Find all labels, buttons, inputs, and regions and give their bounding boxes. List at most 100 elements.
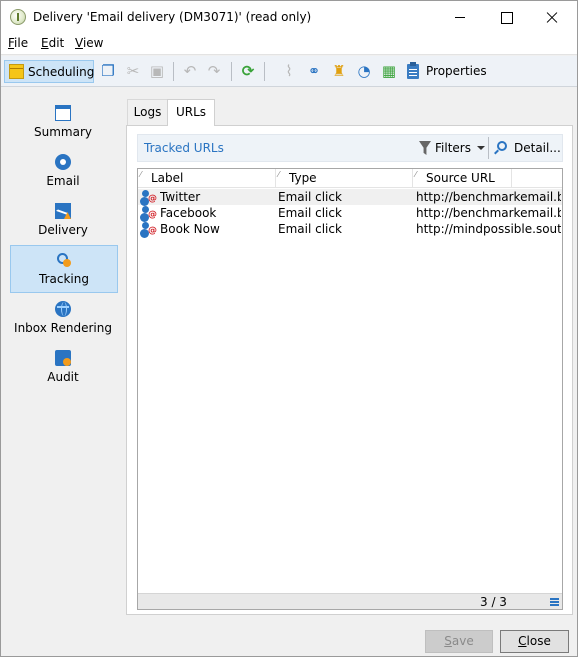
nav-item-label: Summary — [34, 125, 92, 139]
scheduling-button[interactable]: Scheduling — [4, 60, 94, 83]
window-title: Delivery 'Email delivery (DM3071)' (read… — [33, 10, 312, 24]
analyze-icon[interactable]: ◔ — [353, 60, 375, 82]
recipient-email-icon: @ — [140, 190, 157, 204]
nav-item-delivery[interactable]: Delivery — [10, 199, 118, 245]
nav-item-label: Audit — [47, 370, 79, 384]
list-icon[interactable] — [550, 598, 559, 606]
nav-item-label: Tracking — [39, 272, 89, 286]
menu-view-label: iew — [82, 36, 104, 50]
sort-icon: ⁄ — [415, 170, 417, 179]
table-row[interactable]: @ Book Now Email click http://mindpossib… — [138, 221, 562, 237]
sort-icon: ⁄ — [278, 170, 280, 179]
toolbar-separator — [231, 62, 232, 81]
urls-panel: Tracked URLs Filters Detail... ⁄ Label ⁄ T… — [126, 125, 573, 615]
detail-label: Detail... — [514, 141, 561, 155]
cut-icon[interactable]: ✂ — [122, 60, 144, 82]
sort-icon: ⁄ — [140, 170, 142, 179]
toolbar-separator — [264, 62, 265, 81]
nav-item-tracking[interactable]: Tracking — [10, 245, 118, 293]
table-header: ⁄ Label ⁄ Type ⁄ Source URL — [138, 169, 562, 188]
link-icon[interactable]: ⚭ — [303, 60, 325, 82]
nav-item-summary[interactable]: Summary — [10, 101, 118, 147]
scheduling-label: Scheduling — [28, 65, 95, 79]
attachment-icon[interactable]: ⌇ — [278, 60, 300, 82]
column-header-source-url[interactable]: ⁄ Source URL — [413, 169, 512, 187]
nav-item-email[interactable]: Email — [10, 150, 118, 196]
paste-icon[interactable]: ▣ — [146, 60, 168, 82]
calculator-icon[interactable]: ▦ — [378, 60, 400, 82]
menu-edit[interactable]: Edit — [41, 36, 64, 50]
cell-label: Facebook — [160, 206, 217, 220]
menu-file[interactable]: File — [8, 36, 28, 50]
close-label: lose — [526, 634, 551, 648]
copy-icon[interactable]: ❐ — [97, 60, 119, 82]
filters-button[interactable]: Filters — [415, 137, 487, 159]
column-header-label[interactable]: ⁄ Label — [138, 169, 276, 187]
email-icon — [55, 154, 71, 170]
cell-source-url: http://benchmarkemail.b... — [416, 206, 561, 220]
recipient-email-icon: @ — [140, 222, 157, 236]
left-navigation: Summary Email Delivery Tracking Inbox Re… — [1, 88, 123, 618]
cell-type: Email click — [278, 222, 342, 236]
cell-source-url: http://mindpossible.sout... — [416, 222, 561, 236]
menu-view-mnemonic: V — [75, 36, 83, 50]
properties-button[interactable]: Properties — [426, 64, 487, 78]
cell-label: Twitter — [160, 190, 201, 204]
tab-urls[interactable]: URLs — [167, 99, 215, 126]
save-label: ave — [451, 634, 474, 648]
cell-label: Book Now — [160, 222, 220, 236]
redo-icon[interactable]: ↷ — [203, 60, 225, 82]
table-footer: 3 / 3 — [138, 593, 562, 609]
delivery-window: Delivery 'Email delivery (DM3071)' (read… — [0, 0, 578, 657]
menu-view[interactable]: View — [75, 36, 103, 50]
menu-file-label: ile — [14, 36, 29, 50]
close-icon[interactable] — [529, 1, 575, 33]
detail-button[interactable]: Detail... — [493, 137, 561, 159]
table-row[interactable]: @ Twitter Email click http://benchmarkem… — [138, 189, 562, 205]
save-mnemonic: S — [444, 634, 452, 648]
close-mnemonic: C — [518, 634, 527, 648]
column-header-type[interactable]: ⁄ Type — [276, 169, 413, 187]
toolbar-separator — [488, 137, 489, 159]
undo-icon[interactable]: ↶ — [179, 60, 201, 82]
tracked-urls-table: ⁄ Label ⁄ Type ⁄ Source URL @ Twitter Email… — [137, 168, 563, 610]
row-count: 3 / 3 — [480, 595, 507, 609]
delivery-app-icon — [10, 9, 26, 25]
tracked-urls-title: Tracked URLs — [144, 141, 224, 155]
gift-icon[interactable]: ♜ — [328, 60, 350, 82]
tab-logs[interactable]: Logs — [127, 99, 168, 125]
menu-edit-label: dit — [48, 36, 65, 50]
cell-source-url: http://benchmarkemail.b... — [416, 190, 561, 204]
globe-icon — [55, 301, 71, 317]
tracking-icon — [56, 252, 72, 268]
delivery-icon — [55, 203, 71, 219]
cell-type: Email click — [278, 206, 342, 220]
menu-bar: File Edit View — [1, 33, 577, 55]
maximize-icon[interactable] — [483, 1, 529, 33]
nav-item-label: Email — [46, 174, 80, 188]
nav-item-label: Delivery — [38, 223, 88, 237]
column-type-text: Type — [289, 171, 317, 185]
nav-item-audit[interactable]: Audit — [10, 346, 118, 392]
close-button[interactable]: Close — [500, 630, 569, 653]
cell-type: Email click — [278, 190, 342, 204]
summary-icon — [55, 105, 71, 121]
calendar-icon — [9, 64, 24, 79]
nav-item-label: Inbox Rendering — [14, 321, 112, 335]
minimize-icon[interactable] — [437, 1, 483, 33]
search-icon — [497, 141, 507, 151]
filters-label: Filters — [435, 141, 471, 155]
menu-edit-mnemonic: E — [41, 36, 49, 50]
save-button[interactable]: Save — [425, 630, 493, 653]
toolbar: Scheduling ❐ ✂ ▣ ↶ ↷ ⟳ ⌇ ⚭ ♜ ◔ ▦ Propert… — [1, 56, 577, 87]
toolbar-separator — [173, 62, 174, 81]
chevron-down-icon — [477, 146, 485, 150]
column-source-text: Source URL — [426, 171, 495, 185]
refresh-icon[interactable]: ⟳ — [237, 60, 259, 82]
table-row[interactable]: @ Facebook Email click http://benchmarke… — [138, 205, 562, 221]
clipboard-icon — [407, 62, 419, 79]
recipient-email-icon: @ — [140, 206, 157, 220]
tracked-urls-header: Tracked URLs Filters Detail... — [137, 134, 563, 162]
title-bar: Delivery 'Email delivery (DM3071)' (read… — [1, 1, 577, 33]
nav-item-inbox-rendering[interactable]: Inbox Rendering — [10, 297, 118, 343]
